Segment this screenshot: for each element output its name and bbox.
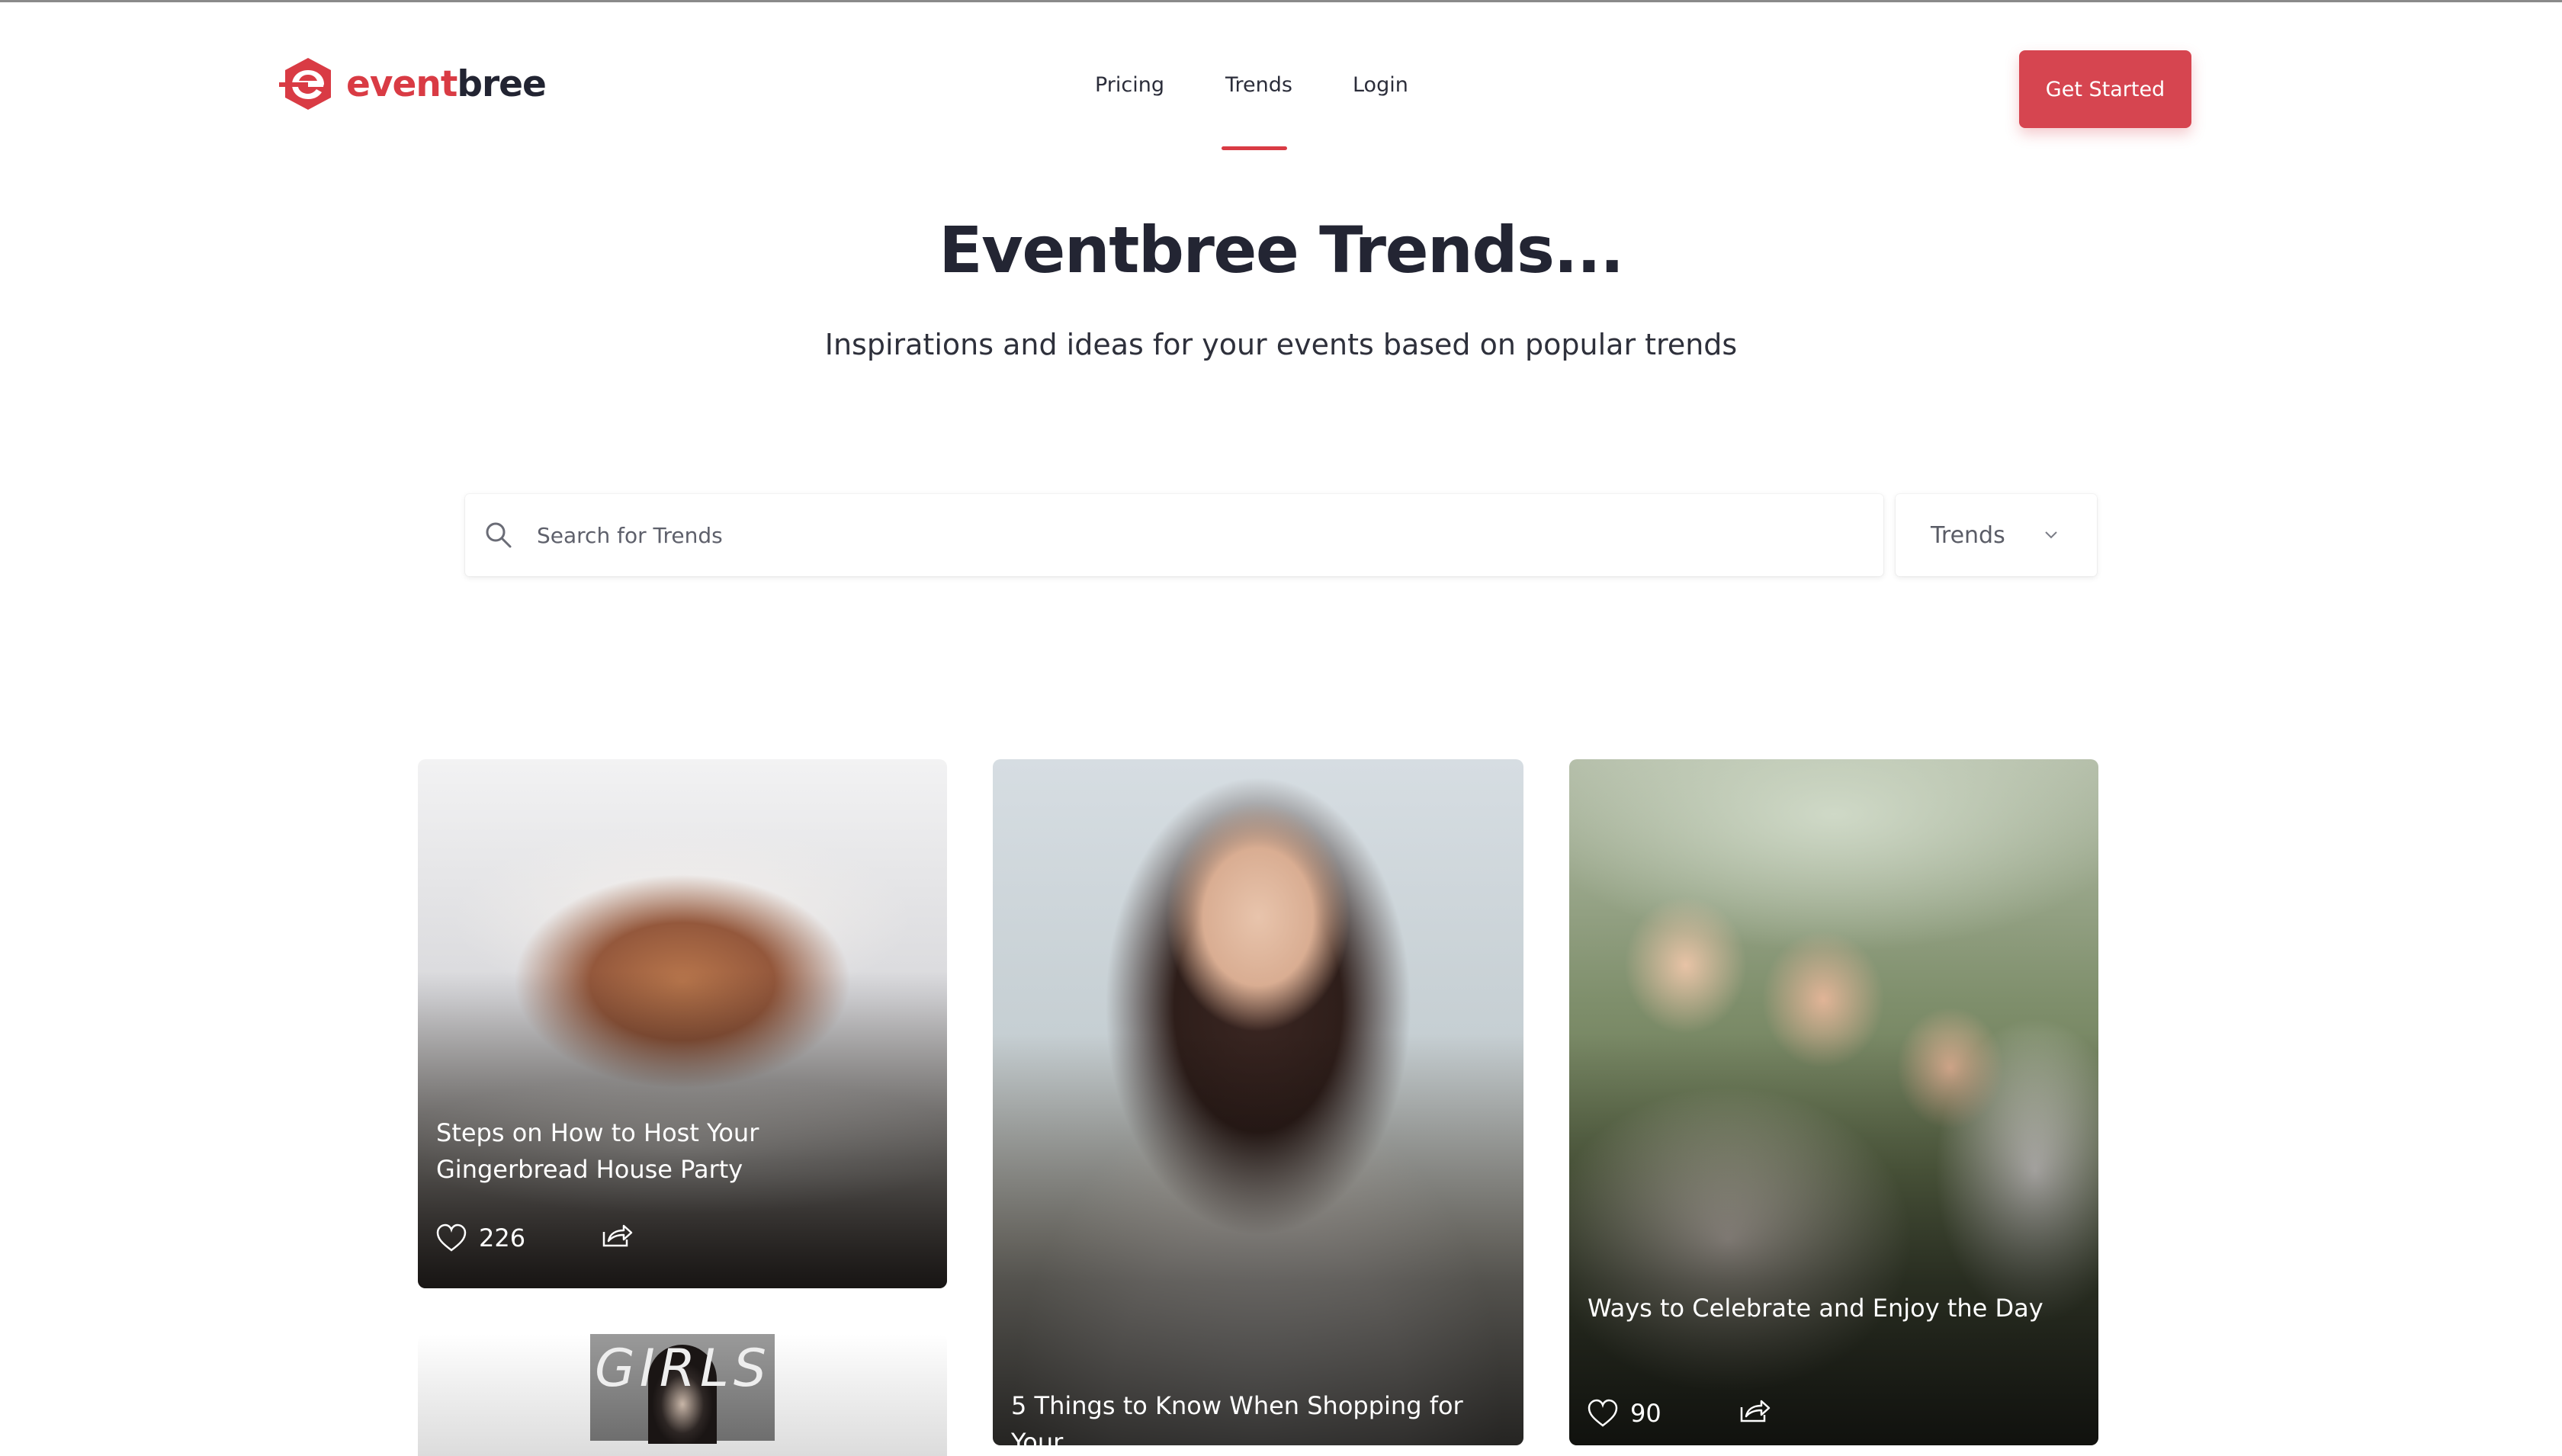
brand-wordmark: eventbree [346,63,547,105]
trend-card-meta: 90 [1586,1398,1661,1429]
trend-card-meta: 226 [435,1223,525,1253]
nav-item-login[interactable]: Login [1353,73,1408,119]
nav-item-trends[interactable]: Trends [1225,73,1292,119]
nav-active-indicator [1222,146,1287,150]
trend-card-bride[interactable]: 5 Things to Know When Shopping for Your [993,759,1523,1445]
trend-card-title[interactable]: 5 Things to Know When Shopping for Your [1011,1387,1493,1445]
search-bar [465,494,1883,576]
share-icon[interactable] [1738,1395,1772,1426]
page-subtitle: Inspirations and ideas for your events b… [824,328,1738,361]
heart-icon[interactable] [1586,1398,1620,1429]
like-count: 226 [479,1223,526,1252]
nav-item-pricing[interactable]: Pricing [1095,73,1164,119]
brand-wordmark-part2: bree [457,63,547,105]
card-overlay [993,1034,1523,1445]
chevron-down-icon [2045,531,2057,539]
book-cover-title: GIRLS [595,1339,772,1399]
search-input[interactable] [535,512,1832,558]
trend-card-title[interactable]: Ways to Celebrate and Enjoy the Day [1588,1290,2068,1326]
page-title: Eventbree Trends... [939,213,1624,287]
trends-filter-value: Trends [1931,521,2005,549]
share-icon[interactable] [601,1220,634,1250]
search-icon[interactable] [483,520,514,550]
like-count: 90 [1630,1399,1661,1428]
top-border [0,0,2562,2]
eventbree-logo-icon [279,58,331,110]
trend-card-book[interactable]: GIRLS [418,1334,947,1456]
trend-card-gingerbread[interactable]: Steps on How to Host Your Gingerbread Ho… [418,759,947,1288]
book-cover-image: GIRLS [590,1334,775,1444]
brand-logo[interactable]: eventbree [278,53,547,114]
get-started-button[interactable]: Get Started [2019,50,2191,128]
main-nav: Pricing Trends Login [1095,73,1408,119]
trends-filter-dropdown[interactable]: Trends [1896,494,2097,576]
trend-card-celebration[interactable]: Ways to Celebrate and Enjoy the Day 90 [1569,759,2098,1445]
heart-icon[interactable] [435,1223,468,1253]
brand-wordmark-part1: event [346,63,458,105]
card-overlay [1569,1034,2098,1445]
trend-card-title[interactable]: Steps on How to Host Your Gingerbread Ho… [436,1114,917,1188]
